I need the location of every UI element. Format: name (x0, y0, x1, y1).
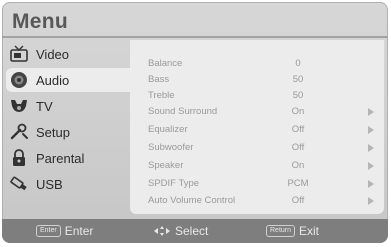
setting-bass[interactable]: Bass 50 (148, 72, 374, 88)
setting-treble[interactable]: Treble 50 (148, 88, 374, 104)
submenu-arrow-icon (368, 108, 374, 116)
usb-icon (8, 173, 30, 195)
setting-label: Balance (148, 58, 183, 69)
setting-label: Treble (148, 90, 175, 101)
menu-title: Menu (12, 10, 69, 33)
sidebar-item-parental[interactable]: Parental (8, 146, 126, 170)
sidebar-item-label: Parental (36, 150, 85, 166)
footer-hint-bar: Enter Enter Select Return Exit (2, 219, 388, 243)
enter-key-icon: Enter (36, 225, 61, 237)
sidebar-item-audio[interactable]: Audio (6, 68, 130, 92)
sidebar-item-setup[interactable]: Setup (8, 120, 126, 144)
setting-balance[interactable]: Balance 0 (148, 56, 374, 72)
setting-value: 50 (292, 90, 304, 101)
submenu-arrow-icon (368, 197, 374, 205)
tv-icon (8, 95, 30, 117)
setting-label: SPDIF Type (148, 178, 200, 189)
setting-label: Auto Volume Control (148, 195, 236, 206)
lock-icon (8, 147, 30, 169)
sidebar-item-label: Setup (36, 124, 70, 140)
setting-auto-volume-control[interactable]: Auto Volume Control Off (148, 193, 374, 209)
footer-exit-hint: Return Exit (266, 224, 319, 238)
footer-select-label: Select (175, 224, 209, 238)
audio-settings-panel: Balance 0 Bass 50 Treble 50 Sound Surrou… (130, 40, 384, 214)
setting-value: On (291, 106, 305, 117)
submenu-arrow-icon (368, 180, 374, 188)
setting-value: On (291, 160, 305, 171)
setting-equalizer[interactable]: Equalizer Off (148, 122, 374, 138)
setting-spdif-type[interactable]: SPDIF Type PCM (148, 176, 374, 192)
sidebar-item-label: Video (36, 46, 70, 62)
return-key-icon: Return (266, 225, 296, 237)
sidebar-item-label: Audio (36, 72, 70, 88)
setting-value: 50 (292, 74, 304, 85)
setting-value: Off (291, 124, 305, 135)
speaker-icon (8, 69, 30, 91)
video-icon (8, 43, 30, 65)
setting-label: Sound Surround (148, 106, 218, 117)
setting-value: Off (291, 195, 305, 206)
submenu-arrow-icon (368, 126, 374, 134)
footer-exit-label: Exit (299, 224, 320, 238)
setting-speaker[interactable]: Speaker On (148, 158, 374, 174)
menu-window: Menu Video Audio TV Setup Parental USB B… (2, 2, 388, 243)
setting-subwoofer[interactable]: Subwoofer Off (148, 140, 374, 156)
setting-label: Equalizer (148, 124, 188, 135)
sidebar-item-video[interactable]: Video (8, 42, 126, 66)
submenu-arrow-icon (368, 144, 374, 152)
title-divider (2, 36, 388, 38)
setting-label: Subwoofer (148, 142, 194, 153)
sidebar-item-tv[interactable]: TV (8, 94, 126, 118)
footer-enter-label: Enter (64, 224, 94, 238)
setting-label: Speaker (148, 160, 184, 171)
sidebar-item-label: TV (36, 98, 53, 114)
setting-sound-surround[interactable]: Sound Surround On (148, 104, 374, 120)
setting-label: Bass (148, 74, 170, 85)
footer-enter-hint: Enter Enter (36, 224, 93, 238)
submenu-arrow-icon (368, 162, 374, 170)
footer-select-hint: Select (154, 224, 208, 238)
setup-icon (8, 121, 30, 143)
sidebar-item-label: USB (36, 176, 63, 192)
setting-value: 0 (295, 58, 301, 69)
sidebar-item-usb[interactable]: USB (8, 172, 126, 196)
setting-value: Off (291, 142, 305, 153)
setting-value: PCM (287, 178, 309, 189)
sidebar: Video Audio TV Setup Parental USB (2, 40, 130, 216)
navigation-arrows-icon (154, 226, 170, 236)
